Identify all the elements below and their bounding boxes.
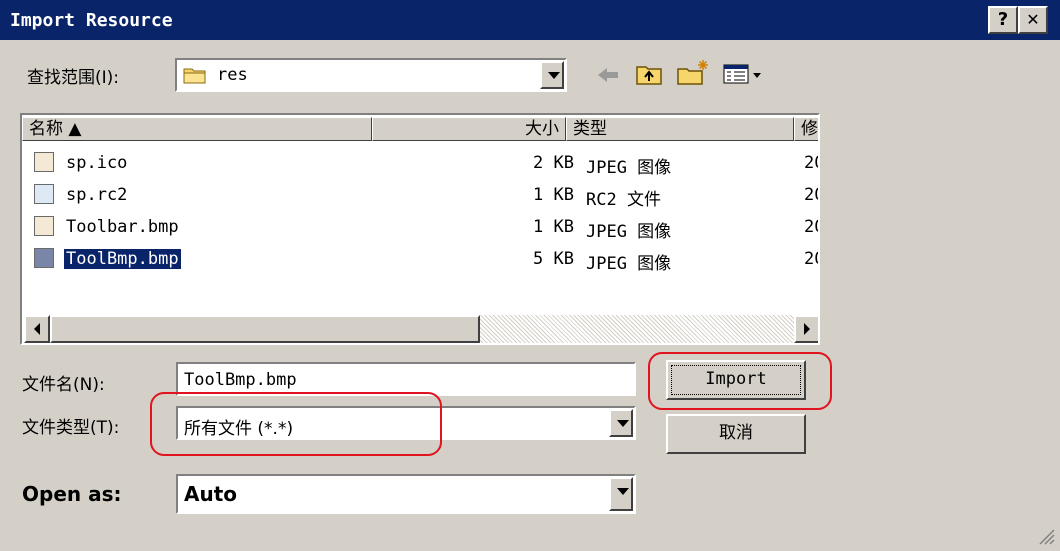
file-size: 2 KB: [533, 153, 574, 173]
file-date: 20: [804, 185, 818, 205]
filetype-dropdown-arrow[interactable]: [609, 409, 633, 437]
lookin-dropdown[interactable]: res: [175, 58, 567, 92]
title-bar: Import Resource ? ✕: [0, 0, 1060, 40]
view-menu-icon[interactable]: [722, 62, 764, 86]
file-row-selected[interactable]: ToolBmp.bmp 5 KB JPEG 图像 20: [34, 243, 818, 275]
rc2-file-icon: [34, 184, 54, 204]
close-button[interactable]: ✕: [1018, 6, 1048, 34]
file-type: JPEG 图像: [586, 254, 672, 274]
window-title: Import Resource: [10, 10, 173, 31]
filetype-label: 文件类型(T):: [22, 418, 120, 438]
back-icon[interactable]: [595, 64, 621, 86]
filetype-value: 所有文件 (*.*): [184, 419, 294, 439]
scroll-thumb[interactable]: [50, 315, 480, 343]
lookin-value: res: [217, 65, 248, 85]
file-type: RC2 文件: [586, 190, 661, 210]
column-header-size[interactable]: 大小: [372, 117, 566, 141]
file-size: 1 KB: [533, 217, 574, 237]
column-header-type[interactable]: 类型: [566, 117, 794, 141]
scroll-right-button[interactable]: [794, 315, 818, 343]
arrow-left-icon: [34, 323, 40, 335]
folder-icon: [183, 65, 207, 85]
scroll-left-button[interactable]: [24, 315, 50, 343]
file-date: 20: [804, 249, 818, 269]
arrow-right-icon: [804, 323, 810, 335]
file-type: JPEG 图像: [586, 222, 672, 242]
file-size: 1 KB: [533, 185, 574, 205]
file-row[interactable]: sp.ico 2 KB JPEG 图像 20: [34, 147, 818, 179]
filename-input[interactable]: ToolBmp.bmp: [176, 362, 636, 396]
resize-grip-icon[interactable]: [1036, 526, 1056, 546]
filename-label: 文件名(N):: [22, 375, 105, 395]
openas-label: Open as:: [22, 482, 122, 506]
image-file-icon: [34, 152, 54, 172]
help-button[interactable]: ?: [988, 6, 1018, 34]
file-row[interactable]: sp.rc2 1 KB RC2 文件 20: [34, 179, 818, 211]
file-list[interactable]: 名称 ▲ 大小 类型 修改 sp.ico 2 KB JPEG 图像 20 sp.…: [20, 113, 820, 345]
image-file-icon: [34, 248, 54, 268]
new-folder-icon[interactable]: [676, 58, 710, 86]
file-type: JPEG 图像: [586, 158, 672, 178]
openas-dropdown[interactable]: Auto: [176, 474, 636, 514]
file-row[interactable]: Toolbar.bmp 1 KB JPEG 图像 20: [34, 211, 818, 243]
file-name: ToolBmp.bmp: [63, 248, 182, 270]
column-header-name[interactable]: 名称 ▲: [22, 117, 372, 141]
column-header-modified[interactable]: 修改: [794, 117, 818, 141]
file-name: sp.ico: [66, 153, 128, 173]
openas-value: Auto: [184, 482, 238, 506]
lookin-label: 查找范围(I):: [27, 68, 120, 88]
lookin-dropdown-arrow[interactable]: [540, 61, 564, 89]
filetype-dropdown[interactable]: 所有文件 (*.*): [176, 406, 636, 440]
openas-dropdown-arrow[interactable]: [609, 477, 633, 511]
file-name: sp.rc2: [66, 185, 128, 205]
horizontal-scrollbar[interactable]: [24, 315, 818, 343]
file-size: 5 KB: [533, 249, 574, 269]
image-file-icon: [34, 216, 54, 236]
filename-value: ToolBmp.bmp: [184, 370, 297, 390]
file-date: 20: [804, 217, 818, 237]
file-name: Toolbar.bmp: [66, 217, 179, 237]
up-folder-icon[interactable]: [635, 62, 663, 86]
import-button[interactable]: Import: [666, 360, 806, 400]
cancel-button[interactable]: 取消: [666, 414, 806, 454]
file-date: 20: [804, 153, 818, 173]
